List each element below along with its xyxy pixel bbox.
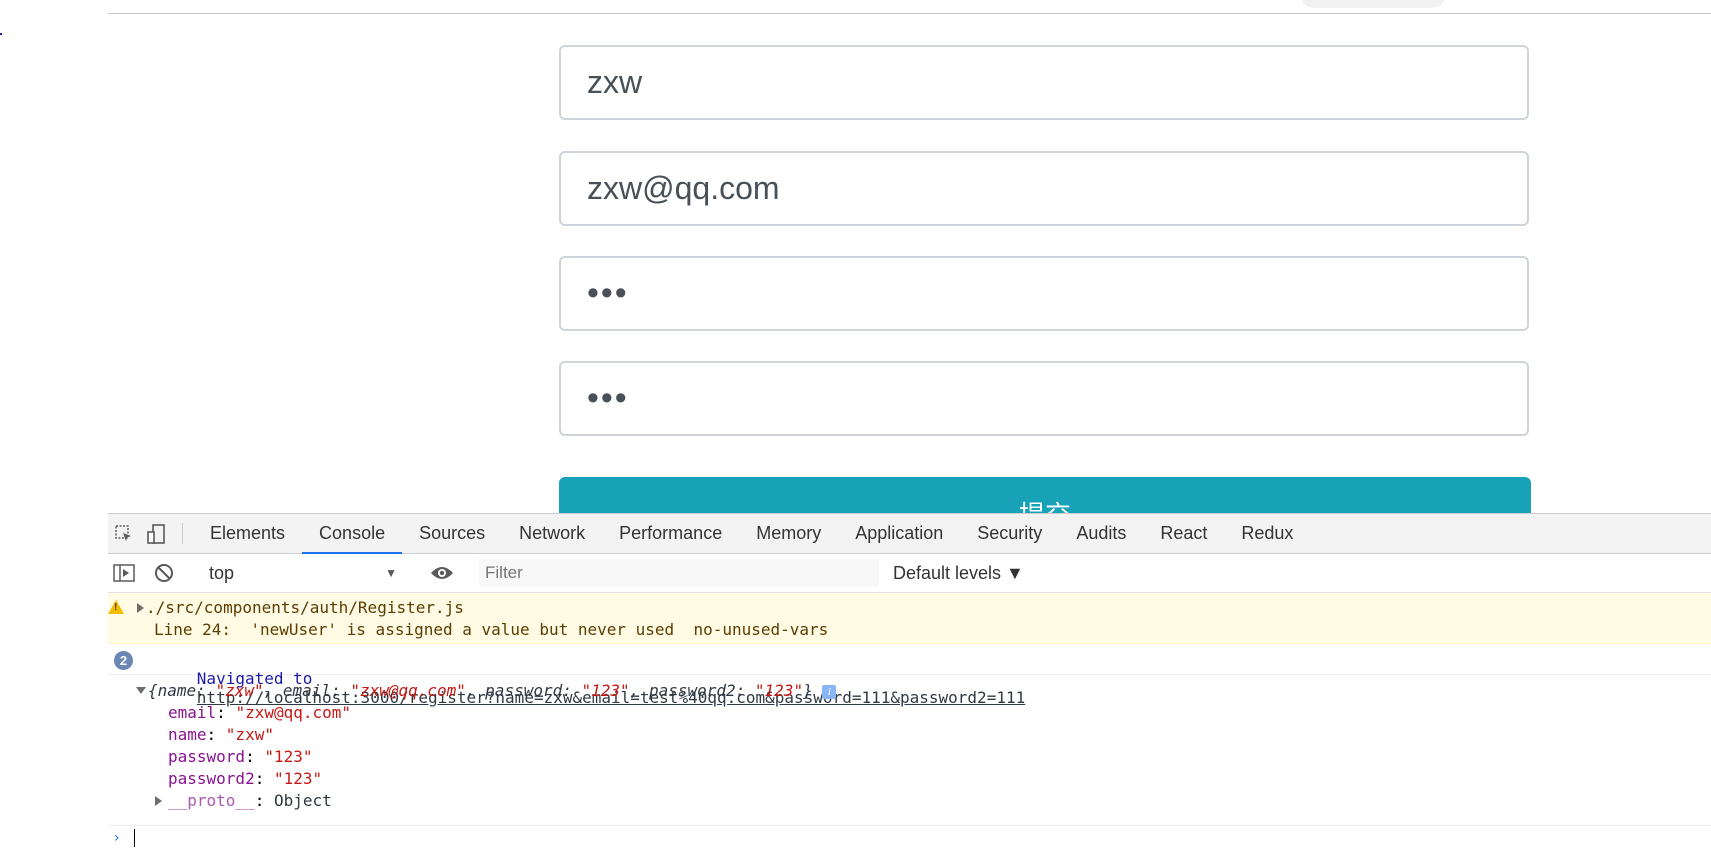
console-filter-input[interactable]	[479, 559, 879, 587]
info-icon[interactable]: i	[822, 685, 837, 699]
tab-performance[interactable]: Performance	[602, 514, 739, 553]
password-input[interactable]	[559, 256, 1529, 331]
name-input[interactable]	[559, 45, 1529, 120]
object-property-password2: password2: "123"	[168, 769, 323, 788]
console-prompt-row[interactable]: ›	[108, 826, 1711, 856]
tab-console[interactable]: Console	[302, 514, 403, 554]
tab-react[interactable]: React	[1143, 514, 1224, 553]
property-value: "123"	[273, 769, 323, 788]
summary-password-value: "123"	[581, 681, 630, 700]
chevron-down-icon: ▼	[385, 566, 397, 580]
devtools-tabbar: Elements Console Sources Network Perform…	[108, 514, 1711, 554]
property-value: "123"	[264, 747, 313, 766]
object-property-email: email: "zxw@qq.com"	[168, 703, 352, 722]
eye-icon[interactable]	[426, 565, 458, 581]
expand-arrow-icon[interactable]	[137, 603, 144, 613]
property-value: "zxw@qq.com"	[235, 703, 352, 722]
context-label: top	[209, 562, 235, 583]
console-object-message: {name: "zxw", email: "zxw@qq.com", passw…	[108, 675, 1711, 826]
tab-application[interactable]: Application	[838, 514, 960, 553]
show-sidebar-icon[interactable]	[108, 564, 140, 582]
tab-audits[interactable]: Audits	[1059, 514, 1143, 553]
proto-value: Object	[273, 791, 332, 810]
summary-email-value: "zxw@qq.com"	[350, 681, 466, 700]
summary-sep-email: , email:	[263, 681, 351, 700]
proto-key: __proto__	[168, 791, 255, 810]
tab-security[interactable]: Security	[960, 514, 1059, 553]
console-filterbar: top ▼ Default levels ▼	[108, 554, 1711, 593]
tab-elements[interactable]: Elements	[193, 514, 302, 553]
device-toolbar-icon[interactable]	[140, 514, 172, 553]
email-input[interactable]	[559, 151, 1529, 226]
object-property-password: password: "123"	[168, 747, 313, 766]
log-levels-dropdown[interactable]: Default levels ▼	[893, 563, 1024, 584]
tab-network[interactable]: Network	[502, 514, 602, 553]
tab-memory[interactable]: Memory	[739, 514, 838, 553]
page-content: 提交	[0, 0, 1711, 515]
console-warning-message: ./src/components/auth/Register.js Line 2…	[108, 593, 1711, 644]
text-caret	[134, 829, 135, 847]
warning-detail: Line 24: 'newUser' is assigned a value b…	[154, 620, 829, 639]
context-selector[interactable]: top ▼	[201, 563, 405, 584]
summary-sep-password2: , password2:	[629, 681, 755, 700]
warning-icon	[108, 600, 124, 614]
property-key: name	[168, 725, 207, 744]
devtools-panel: Elements Console Sources Network Perform…	[108, 513, 1711, 847]
property-key: password	[168, 747, 246, 766]
collapse-arrow-icon[interactable]	[136, 687, 146, 694]
property-value: "zxw"	[225, 725, 274, 744]
tab-sources[interactable]: Sources	[402, 514, 502, 553]
clear-console-icon[interactable]	[148, 563, 180, 583]
repeat-count-badge: 2	[114, 651, 133, 670]
header-pill	[1300, 0, 1446, 8]
warning-source[interactable]: ./src/components/auth/Register.js	[146, 598, 464, 617]
expand-proto-arrow-icon[interactable]	[155, 796, 162, 806]
summary-open: {name:	[148, 681, 216, 700]
property-key: email	[168, 703, 217, 722]
object-property-name: name: "zxw"	[168, 725, 274, 744]
summary-name-value: "zxw"	[215, 681, 264, 700]
summary-close: }	[803, 681, 813, 700]
submit-button[interactable]: 提交	[559, 477, 1531, 515]
tab-redux[interactable]: Redux	[1224, 514, 1310, 553]
summary-password2-value: "123"	[754, 681, 804, 700]
summary-sep-password: , password:	[465, 681, 582, 700]
inspect-element-icon[interactable]	[108, 514, 140, 553]
password2-input[interactable]	[559, 361, 1529, 436]
toolbar-separator	[182, 523, 183, 544]
object-summary[interactable]: {name: "zxw", email: "zxw@qq.com", passw…	[148, 681, 837, 700]
console-navigation-message: 2 Navigated to http://localhost:3000/reg…	[108, 644, 1711, 707]
object-property-proto: __proto__: Object	[168, 791, 332, 810]
header-divider	[108, 13, 1711, 14]
side-marker	[0, 33, 2, 35]
property-key: password2	[168, 769, 255, 788]
